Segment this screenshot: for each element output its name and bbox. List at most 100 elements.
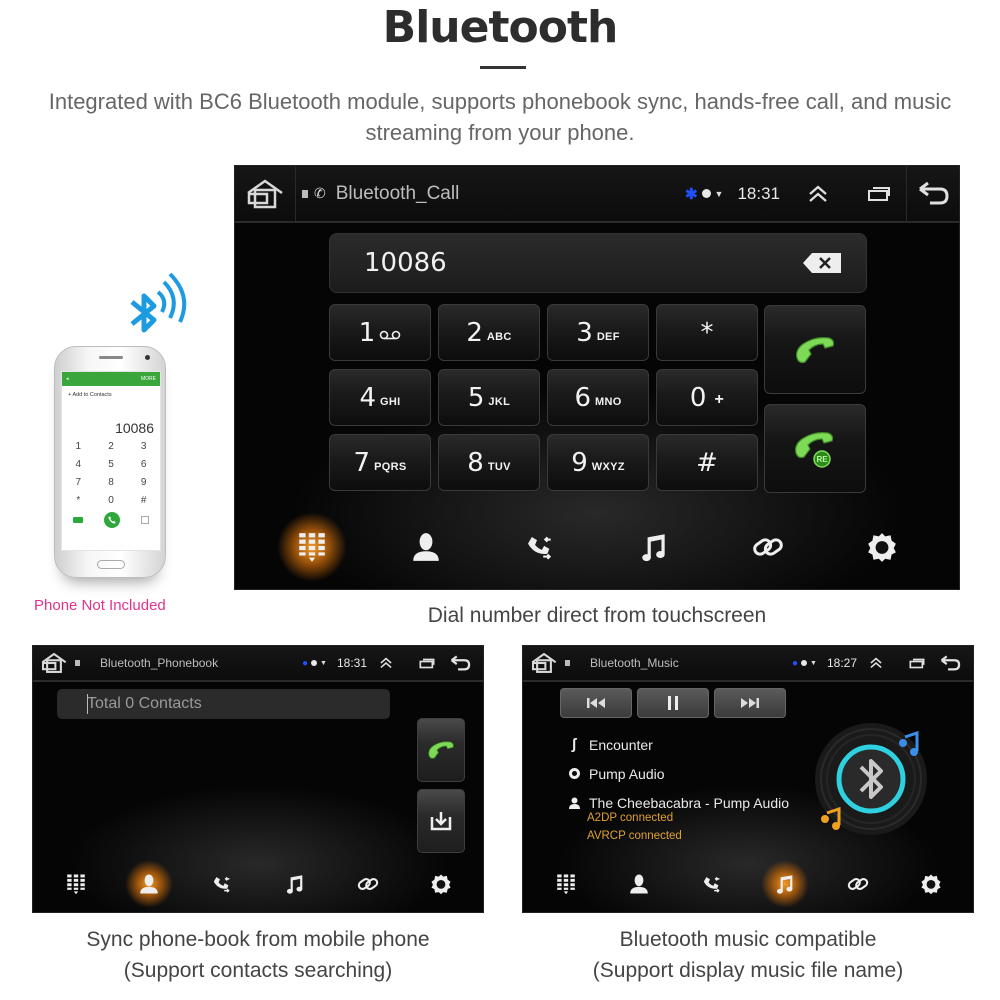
nav-contacts[interactable] — [124, 860, 173, 908]
media-controls — [560, 688, 786, 718]
phone-keypad: 1 2 3 4 5 6 7 8 9 * 0 # — [62, 440, 160, 508]
clock: 18:27 — [826, 656, 857, 670]
key-0[interactable]: 0 + — [656, 369, 758, 426]
screen-title: Bluetooth_Call — [335, 182, 460, 204]
nav-pairing[interactable] — [733, 512, 803, 582]
key-hash[interactable]: # — [656, 434, 758, 491]
phone-key: 7 — [75, 477, 82, 488]
key-1[interactable]: 1 — [329, 304, 431, 361]
collapse-icon[interactable] — [869, 657, 883, 669]
key-digit: 5 — [467, 382, 485, 413]
music-note-icon — [284, 873, 306, 895]
key-star[interactable]: * — [656, 304, 758, 361]
music-caption-line2: (Support display music file name) — [592, 959, 904, 982]
key-4[interactable]: 4 GHI — [329, 369, 431, 426]
contacts-search-placeholder: Total 0 Contacts — [87, 695, 202, 712]
phone-key: * — [76, 495, 81, 506]
collapse-icon[interactable] — [379, 657, 393, 669]
key-6[interactable]: 6 MNO — [547, 369, 649, 426]
circle-status-icon — [801, 660, 808, 666]
phone-bottom-bar — [62, 512, 160, 528]
phone-key: 4 — [75, 459, 82, 470]
bluetooth-icon: ✱ — [684, 185, 698, 203]
gear-icon — [920, 873, 942, 895]
nav-dialpad[interactable] — [52, 860, 100, 908]
page-subtitle: Integrated with BC6 Bluetooth module, su… — [48, 89, 952, 145]
nav-call-log[interactable] — [198, 860, 246, 908]
key-letters: TUV — [487, 460, 511, 473]
download-contacts-button[interactable] — [417, 789, 465, 853]
link-icon — [357, 873, 379, 895]
key-digit: 3 — [576, 317, 593, 348]
bluetooth-signal-icon — [130, 272, 187, 333]
key-digit: 2 — [466, 317, 483, 348]
next-track-button[interactable] — [714, 688, 786, 718]
nav-settings[interactable] — [847, 512, 917, 582]
previous-track-button[interactable] — [560, 688, 632, 718]
phone-dialed-number: 10086 — [115, 420, 154, 436]
nav-music[interactable] — [619, 512, 689, 582]
key-8[interactable]: 8 TUV — [438, 434, 540, 491]
key-digit: * — [700, 317, 714, 348]
phonebook-call-button[interactable] — [417, 718, 465, 782]
recent-apps-icon[interactable] — [419, 658, 435, 669]
key-3[interactable]: 3 DEF — [547, 304, 649, 361]
key-2[interactable]: 2 ABC — [438, 304, 540, 361]
contact-icon — [628, 873, 650, 895]
nav-pairing[interactable] — [344, 860, 392, 908]
call-button[interactable] — [764, 305, 866, 394]
phone-app-bar: ◂ MORE — [62, 372, 160, 386]
phone-key: 9 — [140, 477, 147, 488]
nav-call-log[interactable] — [505, 512, 575, 582]
contact-icon — [138, 873, 160, 895]
nav-dialpad[interactable] — [542, 860, 590, 908]
nav-music[interactable] — [760, 860, 809, 908]
home-icon[interactable] — [235, 166, 295, 222]
pause-button[interactable] — [637, 688, 709, 718]
nav-call-log[interactable] — [688, 860, 736, 908]
status-bar: Bluetooth_Music ● ▼ 18:27 — [523, 646, 973, 682]
status-right: ● ▼ 18:27 — [791, 654, 973, 672]
back-icon[interactable] — [939, 654, 961, 672]
key-digit: 7 — [353, 447, 371, 478]
track-info: ʃ Encounter Pump Audio The Cheebacabra -… — [567, 730, 789, 817]
clock: 18:31 — [336, 656, 367, 670]
key-letters: GHI — [380, 395, 401, 408]
redial-icon: RE — [795, 431, 834, 468]
contacts-search-input[interactable]: Total 0 Contacts — [57, 689, 390, 719]
nav-settings[interactable] — [907, 860, 955, 908]
phone-delete-icon — [141, 516, 150, 524]
nav-contacts[interactable] — [615, 860, 663, 908]
key-7[interactable]: 7 PQRS — [329, 434, 431, 491]
recent-apps-icon[interactable] — [909, 658, 925, 669]
phone-not-included-note: Phone Not Included — [34, 597, 166, 614]
dial-number-field[interactable]: 10086 — [329, 233, 867, 293]
nav-dialpad[interactable] — [277, 511, 347, 582]
nav-settings[interactable] — [417, 860, 465, 908]
key-5[interactable]: 5 JKL — [438, 369, 540, 426]
key-9[interactable]: 9 WXYZ — [547, 434, 649, 491]
call-log-icon — [211, 873, 233, 895]
call-log-icon — [524, 531, 556, 563]
redial-button[interactable]: RE — [764, 404, 866, 493]
sd-card-icon — [302, 189, 308, 198]
dialpad-icon — [65, 873, 87, 895]
key-letters: + — [714, 390, 725, 408]
nav-music[interactable] — [271, 860, 319, 908]
bluetooth-call-screen: ✆ Bluetooth_Call ✱ ▼ 18:31 10086 1 2 ABC 3 D… — [234, 165, 960, 590]
phone-key: 1 — [75, 441, 82, 452]
status-right: ● ▼ 18:31 — [302, 654, 483, 672]
nav-pairing[interactable] — [834, 860, 882, 908]
bluetooth-icon: ● — [791, 657, 799, 669]
back-icon[interactable] — [449, 654, 471, 672]
backspace-icon[interactable] — [802, 252, 842, 274]
back-icon[interactable] — [907, 181, 959, 207]
next-icon — [741, 698, 759, 708]
nav-contacts[interactable] — [391, 512, 461, 582]
gear-icon — [866, 531, 898, 563]
home-icon[interactable] — [523, 646, 565, 681]
bluetooth-phonebook-screen: Bluetooth_Phonebook ● ▼ 18:31 Total 0 Co… — [32, 645, 484, 913]
recent-apps-icon[interactable] — [866, 186, 892, 202]
home-icon[interactable] — [33, 646, 75, 681]
collapse-icon[interactable] — [806, 185, 830, 203]
